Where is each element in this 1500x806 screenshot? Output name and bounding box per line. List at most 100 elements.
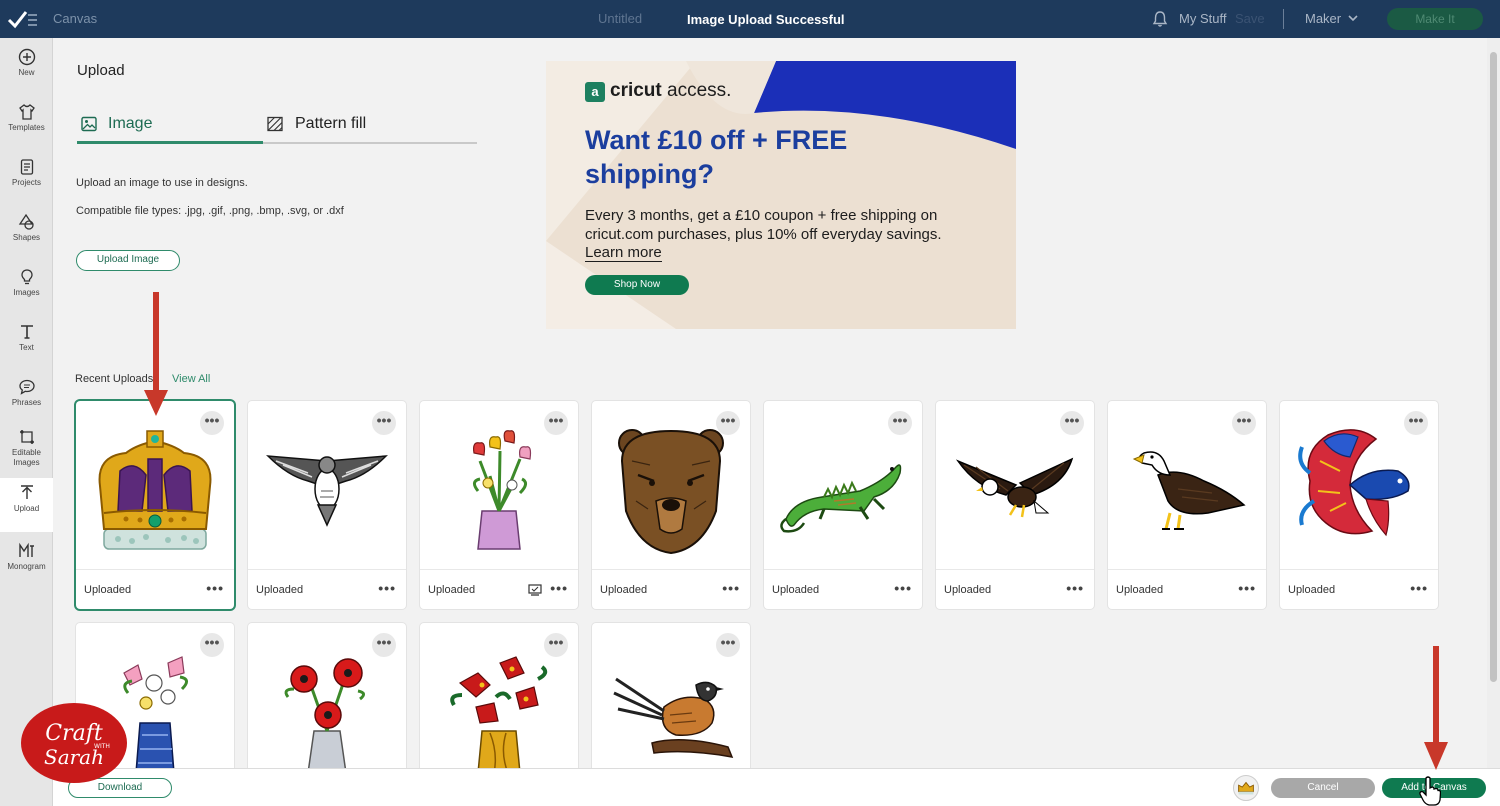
upload-card[interactable]: ••• Uploaded •••	[592, 401, 750, 609]
upload-status: Uploaded	[944, 584, 992, 596]
recent-uploads-label: Recent Uploads	[75, 373, 154, 385]
sidebar-item-templates[interactable]: Templates	[0, 97, 53, 151]
cricut-logo-icon[interactable]	[6, 8, 38, 30]
monitor-check-icon[interactable]	[528, 584, 542, 596]
upload-status: Uploaded	[600, 584, 648, 596]
upload-status: Uploaded	[256, 584, 304, 596]
tab-image[interactable]: Image	[77, 106, 263, 144]
sidebar-item-upload[interactable]: Upload	[0, 478, 53, 532]
sidebar-item-monogram[interactable]: Monogram	[0, 536, 53, 590]
more-options-icon[interactable]: •••	[716, 633, 740, 657]
logo-brand: cricut	[610, 80, 662, 101]
more-options-icon[interactable]: •••	[200, 633, 224, 657]
more-options-icon[interactable]: •••	[1060, 411, 1084, 435]
more-options-icon[interactable]: •••	[894, 580, 912, 596]
document-title[interactable]: Untitled	[598, 11, 642, 26]
upload-card[interactable]: ••• Uploaded •••	[1108, 401, 1266, 609]
upload-status: Uploaded	[1288, 584, 1336, 596]
more-options-icon[interactable]: •••	[722, 580, 740, 596]
card-footer: Uploaded •••	[592, 569, 750, 609]
sidebar-item-label: Phrases	[11, 398, 42, 407]
more-options-icon[interactable]: •••	[544, 411, 568, 435]
more-options-icon[interactable]: •••	[372, 411, 396, 435]
bell-icon[interactable]	[1152, 10, 1168, 28]
sidebar-item-editable-images[interactable]: Editable Images	[0, 422, 53, 482]
sidebar-item-label: Editable Images	[12, 448, 41, 467]
upload-card[interactable]: ••• Uploaded •••	[936, 401, 1094, 609]
status-message: Image Upload Successful	[687, 12, 845, 27]
sidebar-item-label: Monogram	[7, 562, 46, 571]
sidebar-item-new[interactable]: New	[0, 42, 53, 96]
upload-card[interactable]: ••• Uploaded •••	[248, 401, 406, 609]
ad-body: Every 3 months, get a £10 coupon + free …	[585, 207, 942, 243]
sidebar-item-images[interactable]: Images	[0, 262, 53, 316]
upload-card[interactable]: ••• Uploaded •••	[76, 401, 234, 609]
lightbulb-icon	[20, 269, 33, 285]
sidebar-item-label: Shapes	[12, 233, 41, 242]
more-options-icon[interactable]: •••	[1404, 411, 1428, 435]
learn-more-link[interactable]: Learn more	[585, 244, 662, 262]
cancel-button[interactable]: Cancel	[1271, 778, 1375, 798]
cricut-access-ad[interactable]: a cricut access. Want £10 off + FREE shi…	[546, 61, 1016, 329]
scrollbar-thumb[interactable]	[1490, 52, 1497, 682]
more-options-icon[interactable]: •••	[1232, 411, 1256, 435]
card-footer: Uploaded •••	[1280, 569, 1438, 609]
more-options-icon[interactable]: •••	[378, 580, 396, 596]
sidebar-item-phrases[interactable]: Phrases	[0, 372, 53, 426]
view-all-link[interactable]: View All	[172, 373, 210, 385]
editable-images-icon	[19, 430, 34, 444]
save-link[interactable]: Save	[1235, 11, 1265, 26]
more-options-icon[interactable]: •••	[1410, 580, 1428, 596]
more-options-icon[interactable]: •••	[1238, 580, 1256, 596]
monogram-icon	[18, 542, 34, 557]
divider	[1283, 9, 1284, 29]
sidebar-item-shapes[interactable]: Shapes	[0, 207, 53, 261]
my-stuff-link[interactable]: My Stuff	[1179, 11, 1226, 26]
annotation-arrow-down	[1424, 646, 1448, 770]
sidebar: New Templates Projects Shapes Images Tex…	[0, 38, 53, 806]
projects-icon	[20, 159, 33, 175]
more-options-icon[interactable]: •••	[888, 411, 912, 435]
tab-label: Pattern fill	[295, 115, 367, 132]
sidebar-item-label: New	[18, 68, 35, 77]
speech-bubble-icon	[18, 379, 35, 395]
shop-now-button[interactable]: Shop Now	[585, 275, 689, 295]
upload-status: Uploaded	[772, 584, 820, 596]
more-options-icon[interactable]: •••	[206, 580, 224, 596]
upload-card[interactable]: ••• Uploaded •••	[764, 401, 922, 609]
card-footer: Uploaded •••	[248, 569, 406, 609]
more-options-icon[interactable]: •••	[716, 411, 740, 435]
card-footer: Uploaded •••	[936, 569, 1094, 609]
more-options-icon[interactable]: •••	[372, 633, 396, 657]
craft-with-sarah-watermark: Craft WITH Sarah	[20, 702, 128, 784]
make-it-button[interactable]: Make It	[1387, 8, 1483, 30]
image-icon	[81, 116, 97, 132]
more-options-icon[interactable]: •••	[544, 633, 568, 657]
upload-card[interactable]: ••• Uploaded •••	[1280, 401, 1438, 609]
shirt-icon	[18, 104, 35, 120]
app-name: Canvas	[53, 11, 98, 26]
tab-label: Image	[108, 115, 153, 132]
top-bar: Canvas Untitled Image Upload Successful …	[0, 0, 1500, 38]
machine-select[interactable]: Maker	[1305, 11, 1341, 26]
card-footer: Uploaded •••	[764, 569, 922, 609]
cricut-access-logo-icon: a	[585, 82, 605, 102]
more-options-icon[interactable]: •••	[1066, 580, 1084, 596]
upload-description: Upload an image to use in designs.	[76, 177, 248, 189]
sidebar-item-projects[interactable]: Projects	[0, 152, 53, 206]
sidebar-item-text[interactable]: Text	[0, 317, 53, 371]
upload-image-button[interactable]: Upload Image	[76, 250, 180, 271]
more-options-icon[interactable]: •••	[200, 411, 224, 435]
tab-pattern-fill[interactable]: Pattern fill	[263, 106, 477, 144]
upload-status: Uploaded	[84, 584, 132, 596]
upload-status: Uploaded	[428, 584, 476, 596]
card-footer: Uploaded •••	[76, 569, 234, 609]
upload-status: Uploaded	[1116, 584, 1164, 596]
chevron-down-icon[interactable]	[1347, 12, 1359, 24]
upload-card[interactable]: ••• Uploaded •••	[420, 401, 578, 609]
svg-text:Sarah: Sarah	[44, 745, 104, 769]
shapes-icon	[18, 213, 34, 230]
selected-image-preview	[1233, 775, 1259, 801]
sidebar-item-label: Text	[19, 343, 34, 352]
more-options-icon[interactable]: •••	[550, 580, 568, 596]
